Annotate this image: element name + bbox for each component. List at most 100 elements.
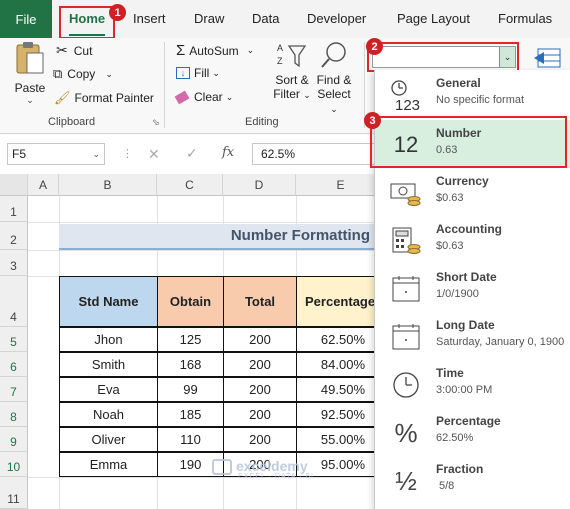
cell-obtain[interactable]: 99 [157, 377, 224, 402]
header-total[interactable]: Total [223, 276, 297, 327]
cell-total[interactable]: 200 [223, 377, 297, 402]
cell-percentage[interactable]: 49.50% [296, 377, 376, 402]
row-header-1[interactable]: 1 [0, 196, 28, 222]
format-sample: 5/8 [439, 480, 455, 492]
svg-text:123: 123 [395, 97, 420, 112]
autosum-button[interactable]: Σ AutoSum ⌄ [176, 42, 254, 59]
sort-filter-button[interactable]: A Z Sort & Filter ⌄ [270, 40, 314, 108]
header-percentage[interactable]: Percentage [296, 276, 376, 327]
column-header-c[interactable]: C [157, 174, 223, 196]
sort-filter-icon: A Z [277, 43, 307, 68]
enter-icon[interactable]: ✓ [186, 145, 198, 162]
tab-insert[interactable]: Insert [133, 0, 166, 38]
tab-draw[interactable]: Draw [194, 0, 224, 38]
conditional-formatting-icon[interactable] [534, 46, 564, 70]
header-std-name[interactable]: Std Name [59, 276, 158, 327]
tab-data[interactable]: Data [252, 0, 279, 38]
format-option-general[interactable]: 123 General No specific format [375, 70, 570, 118]
format-option-currency[interactable]: Currency $0.63 [375, 168, 570, 216]
row-header-10[interactable]: 10 [0, 452, 28, 477]
row-header-9[interactable]: 9 [0, 427, 28, 452]
row-header-7[interactable]: 7 [0, 377, 28, 402]
insert-function-icon[interactable]: fx [222, 145, 234, 160]
tab-formulas[interactable]: Formulas [498, 0, 552, 38]
cancel-icon[interactable]: ✕ [148, 146, 160, 163]
format-option-fraction[interactable]: ½ Fraction 5/8 [375, 456, 570, 504]
fill-button[interactable]: ↓ Fill ⌄ [176, 66, 220, 80]
format-option-time[interactable]: Time 3:00:00 PM [375, 360, 570, 408]
cell-obtain[interactable]: 125 [157, 327, 224, 352]
cell-percentage[interactable]: 55.00% [296, 427, 376, 452]
formula-bar-options-icon[interactable]: ⋮ [122, 147, 133, 160]
format-name: Long Date [436, 318, 495, 332]
cell-name[interactable]: Smith [59, 352, 158, 377]
cell-name[interactable]: Noah [59, 402, 158, 427]
step-badge-1: 1 [109, 4, 126, 21]
cell-obtain[interactable]: 185 [157, 402, 224, 427]
copy-button[interactable]: ⧉ Copy ⌄ [53, 66, 113, 82]
tab-file[interactable]: File [0, 0, 52, 38]
format-option-percentage[interactable]: % Percentage 62.50% [375, 408, 570, 456]
formula-input[interactable]: 62.5% [252, 143, 382, 165]
cell-name[interactable]: Eva [59, 377, 158, 402]
gridline [28, 477, 376, 478]
format-name: Percentage [436, 414, 501, 428]
sheet-title[interactable]: Number Formatting [59, 224, 376, 250]
column-header-a[interactable]: A [28, 174, 59, 196]
cell-total[interactable]: 200 [223, 327, 297, 352]
cell-percentage[interactable]: 92.50% [296, 402, 376, 427]
sort-filter-label-1: Sort & [275, 73, 309, 87]
format-name: Time [436, 366, 464, 380]
cell-percentage[interactable]: 84.00% [296, 352, 376, 377]
percent-icon: % [394, 417, 418, 448]
format-sample: 3:00:00 PM [436, 384, 493, 396]
tab-page-layout[interactable]: Page Layout [397, 0, 470, 38]
cut-label: Cut [73, 43, 93, 58]
cell-total[interactable]: 200 [223, 402, 297, 427]
format-option-long-date[interactable]: Long Date Saturday, January 0, 1900 [375, 312, 570, 360]
column-header-e[interactable]: E [296, 174, 376, 196]
row-header-4[interactable]: 4 [0, 276, 28, 327]
cell-total[interactable]: 200 [223, 427, 297, 452]
format-painter-button[interactable]: 🖌 Format Painter [54, 90, 154, 106]
general-123-icon: 123 [389, 78, 423, 112]
autosum-label: AutoSum [189, 43, 239, 58]
number-option-highlight [370, 116, 567, 168]
tab-developer[interactable]: Developer [307, 0, 366, 38]
find-select-label-2: Select ⌄ [317, 87, 351, 114]
select-all-corner[interactable] [0, 174, 28, 196]
clear-button[interactable]: Clear ⌄ [174, 90, 233, 104]
cell-name[interactable]: Emma [59, 452, 158, 477]
format-name: Short Date [436, 270, 497, 284]
cell-obtain[interactable]: 168 [157, 352, 224, 377]
row-header-5[interactable]: 5 [0, 327, 28, 352]
clock-icon [389, 368, 423, 402]
format-name: General [436, 76, 481, 90]
header-obtain[interactable]: Obtain [157, 276, 224, 327]
paste-button[interactable]: Paste ⌄ [12, 40, 48, 106]
format-painter-label: Format Painter [74, 91, 154, 105]
dialog-launcher-icon[interactable]: ⬂ [152, 117, 160, 128]
paintbrush-icon: 🖌 [54, 90, 71, 105]
row-header-6[interactable]: 6 [0, 352, 28, 377]
cut-button[interactable]: ✂ Cut [56, 42, 92, 59]
cell-name[interactable]: Jhon [59, 327, 158, 352]
format-option-short-date[interactable]: Short Date 1/0/1900 [375, 264, 570, 312]
name-box[interactable]: F5 ⌄ [7, 143, 105, 165]
row-header-3[interactable]: 3 [0, 250, 28, 276]
chevron-down-icon: ⌄ [26, 95, 34, 105]
ribbon-separator [164, 42, 165, 128]
cell-percentage[interactable]: 62.50% [296, 327, 376, 352]
format-option-accounting[interactable]: Accounting $0.63 [375, 216, 570, 264]
cell-obtain[interactable]: 110 [157, 427, 224, 452]
row-header-11[interactable]: 11 [0, 477, 28, 509]
worksheet-grid[interactable]: A B C D E 1 2 3 4 5 6 7 8 9 10 11 Number… [0, 174, 376, 509]
column-header-d[interactable]: D [223, 174, 296, 196]
chevron-down-icon[interactable]: ⌄ [92, 144, 100, 164]
column-header-b[interactable]: B [59, 174, 157, 196]
row-header-2[interactable]: 2 [0, 222, 28, 250]
find-select-button[interactable]: Find & Select ⌄ [312, 40, 356, 114]
cell-name[interactable]: Oliver [59, 427, 158, 452]
cell-total[interactable]: 200 [223, 352, 297, 377]
row-header-8[interactable]: 8 [0, 402, 28, 427]
